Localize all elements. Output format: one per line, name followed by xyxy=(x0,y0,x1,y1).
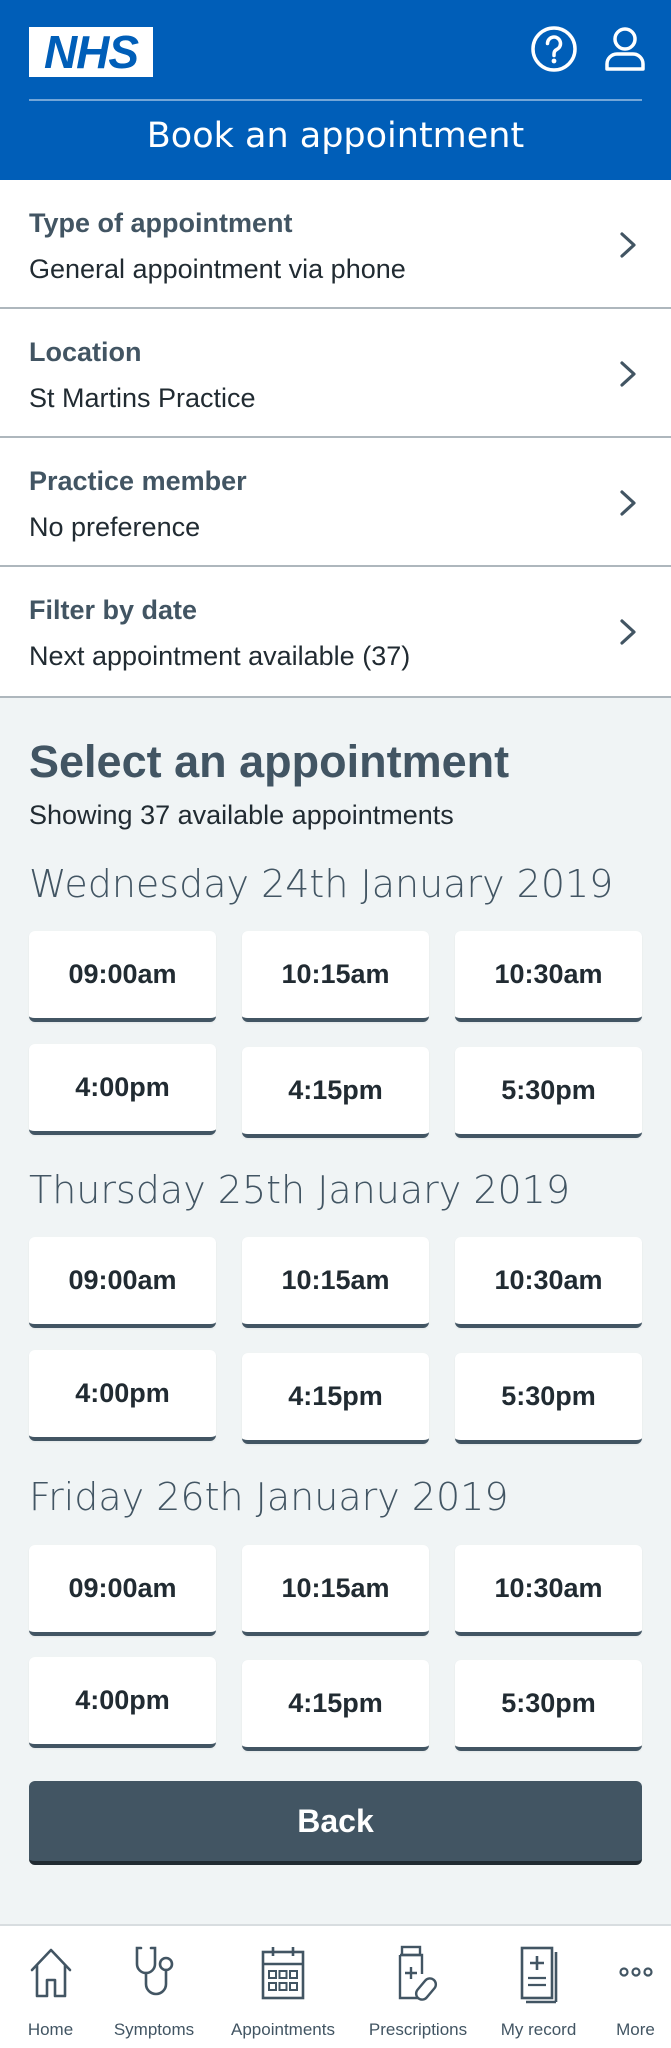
section-title: Select an appointment xyxy=(29,736,510,787)
nav-item-my-record[interactable]: My record xyxy=(477,1926,600,2048)
home-icon xyxy=(30,1948,71,1998)
filter-label: Location xyxy=(29,337,142,367)
time-slot-button[interactable]: 09:00am xyxy=(29,931,216,1022)
filter-label: Filter by date xyxy=(29,595,198,625)
time-slot-button[interactable]: 10:30am xyxy=(455,1237,642,1328)
chevron-right-icon xyxy=(620,361,636,387)
chevron-right-icon xyxy=(620,232,636,258)
filter-value: St Martins Practice xyxy=(29,383,256,413)
chevron-right-icon xyxy=(620,619,636,645)
time-slot-button[interactable]: 10:15am xyxy=(242,931,429,1022)
header-divider xyxy=(29,99,642,101)
filter-type-of-appointment[interactable]: Type of appointment General appointment … xyxy=(0,180,671,309)
time-slot-button[interactable]: 5:30pm xyxy=(455,1353,642,1444)
more-icon xyxy=(618,1967,653,1977)
nav-item-appointments[interactable]: Appointments xyxy=(207,1926,359,2048)
nav-label: Prescriptions xyxy=(368,2020,468,2039)
nav-item-home[interactable]: Home xyxy=(0,1926,101,2048)
day-heading: Friday 26th January 2019 xyxy=(29,1475,509,1519)
filter-value: No preference xyxy=(29,512,201,542)
day-heading: Wednesday 24th January 2019 xyxy=(29,862,614,906)
chevron-right-icon xyxy=(620,490,636,516)
app-header: NHS Book an appointment xyxy=(0,0,671,180)
time-slot-button[interactable]: 09:00am xyxy=(29,1237,216,1328)
time-slot-button[interactable]: 4:15pm xyxy=(242,1660,429,1751)
back-button[interactable]: Back xyxy=(29,1781,642,1865)
medicine-icon xyxy=(398,1945,438,2001)
help-icon[interactable] xyxy=(529,24,579,74)
filter-label: Type of appointment xyxy=(29,208,293,238)
filter-location[interactable]: Location St Martins Practice xyxy=(0,309,671,438)
stethoscope-icon xyxy=(135,1946,174,1996)
time-slot-button[interactable]: 10:15am xyxy=(242,1237,429,1328)
logo-text: NHS xyxy=(43,26,139,78)
nav-item-symptoms[interactable]: Symptoms xyxy=(101,1926,207,2048)
nhs-logo[interactable]: NHS xyxy=(29,27,153,77)
nav-label: Home xyxy=(27,2020,74,2039)
record-icon xyxy=(520,1946,557,2004)
nav-label: Appointments xyxy=(231,2020,335,2039)
time-slot-button[interactable]: 4:00pm xyxy=(29,1350,216,1441)
nav-label: My record xyxy=(500,2020,577,2039)
nav-label: Symptoms xyxy=(113,2020,195,2039)
filter-practice-member[interactable]: Practice member No preference xyxy=(0,438,671,567)
nav-item-more[interactable]: More xyxy=(600,1926,671,2048)
time-slot-button[interactable]: 10:15am xyxy=(242,1545,429,1636)
time-slot-button[interactable]: 10:30am xyxy=(455,931,642,1022)
time-slot-button[interactable]: 4:00pm xyxy=(29,1657,216,1748)
nav-label: More xyxy=(616,2020,655,2039)
time-slot-button[interactable]: 4:00pm xyxy=(29,1044,216,1135)
appointment-filters: Type of appointment General appointment … xyxy=(0,180,671,698)
filter-label: Practice member xyxy=(29,466,247,496)
filter-value: Next appointment available (37) xyxy=(29,641,411,671)
nav-item-prescriptions[interactable]: Prescriptions xyxy=(359,1926,477,2048)
time-slot-button[interactable]: 4:15pm xyxy=(242,1047,429,1138)
bottom-nav: Home Symptoms Appointments Prescriptions… xyxy=(0,1924,671,2048)
time-slot-button[interactable]: 5:30pm xyxy=(455,1047,642,1138)
time-slot-button[interactable]: 4:15pm xyxy=(242,1353,429,1444)
section-subtitle: Showing 37 available appointments xyxy=(29,800,454,830)
time-slot-button[interactable]: 09:00am xyxy=(29,1545,216,1636)
page-title: Book an appointment xyxy=(146,116,525,156)
time-slot-button[interactable]: 10:30am xyxy=(455,1545,642,1636)
filter-by-date[interactable]: Filter by date Next appointment availabl… xyxy=(0,567,671,698)
user-account-icon[interactable] xyxy=(600,24,650,74)
filter-value: General appointment via phone xyxy=(29,254,406,284)
calendar-icon xyxy=(261,1947,305,2000)
day-heading: Thursday 25th January 2019 xyxy=(29,1168,571,1212)
time-slot-button[interactable]: 5:30pm xyxy=(455,1660,642,1751)
